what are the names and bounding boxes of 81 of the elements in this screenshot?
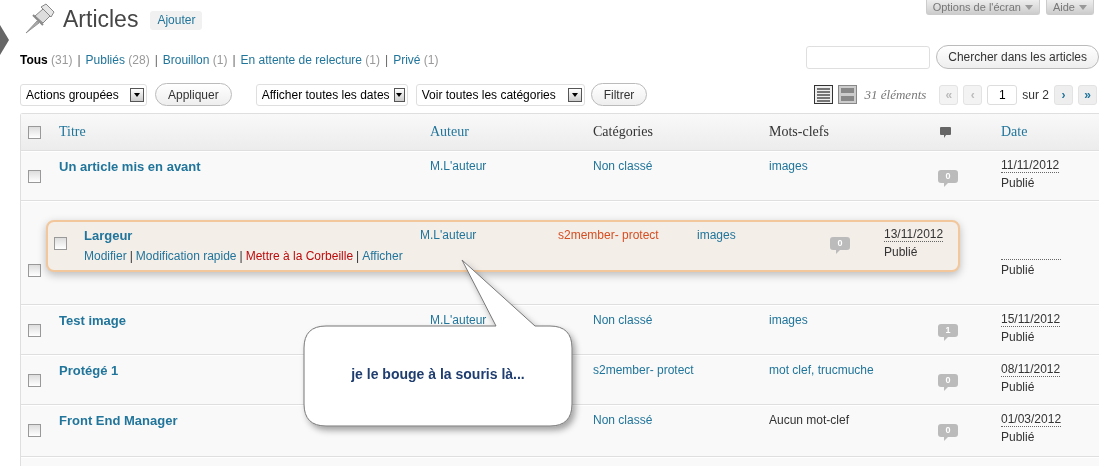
- post-title-link[interactable]: Front End Manager: [59, 413, 178, 428]
- post-date: 15/11/2012: [1001, 313, 1061, 327]
- tag-link[interactable]: mot clef, trucmuche: [769, 363, 874, 377]
- category-link[interactable]: Non classé: [593, 313, 653, 327]
- post-status: Publié: [1001, 176, 1035, 190]
- callout-text: je le bouge à la souris là...: [350, 366, 526, 382]
- column-header[interactable]: Titre: [59, 124, 430, 140]
- author-link[interactable]: M.L'auteur: [430, 313, 487, 327]
- category-link[interactable]: s2member- protect: [593, 363, 694, 377]
- post-date: 11/11/2012: [1001, 159, 1060, 173]
- bulk-actions-dropdown[interactable]: Actions groupées: [20, 83, 147, 106]
- row-action-link[interactable]: Afficher: [362, 249, 403, 263]
- category-link[interactable]: Non classé: [593, 159, 653, 173]
- page-number-field[interactable]: 1: [987, 84, 1018, 105]
- row-checkbox[interactable]: [28, 170, 41, 183]
- row-checkbox[interactable]: [28, 374, 41, 387]
- screen-options-button[interactable]: Options de l'écran: [925, 0, 1040, 15]
- tags-text: Aucun mot-clef: [769, 413, 850, 427]
- separator: |: [239, 249, 243, 263]
- filter-link[interactable]: Brouillon (1): [162, 53, 228, 67]
- post-status: Publié: [1001, 380, 1035, 394]
- pushpin-icon: [23, 3, 55, 35]
- post-status: Publié: [1001, 430, 1035, 444]
- caret-icon: [1024, 4, 1033, 10]
- search-button[interactable]: Chercher dans les articles: [936, 45, 1099, 69]
- list-view-icon[interactable]: [813, 85, 833, 104]
- filter-link[interactable]: Tous (31): [20, 53, 73, 67]
- page-title: Articles: [63, 6, 139, 34]
- page-total: sur 2: [1022, 87, 1049, 102]
- author-link[interactable]: M.L'auteur: [420, 228, 477, 242]
- select-all-checkbox[interactable]: [28, 125, 41, 139]
- category-link[interactable]: s2member- protect: [558, 228, 659, 242]
- post-title-link[interactable]: Protégé 1: [59, 363, 119, 378]
- author-link[interactable]: M.L'auteur: [430, 159, 487, 173]
- post-status: Publié: [884, 245, 918, 259]
- filter-link[interactable]: En attente de relecture (1): [240, 53, 380, 67]
- apply-button[interactable]: Appliquer: [155, 83, 232, 106]
- post-date: 01/03/2012: [1001, 413, 1062, 427]
- filter-link[interactable]: Publiés (28): [85, 53, 150, 67]
- row-checkbox[interactable]: [28, 424, 41, 437]
- tag-link[interactable]: images: [769, 313, 808, 327]
- post-title-link[interactable]: Un article mis en avant: [59, 159, 201, 174]
- post-title-link[interactable]: Largeur: [84, 228, 133, 243]
- separator: |: [356, 249, 360, 263]
- category-link[interactable]: Non classé: [593, 413, 653, 427]
- post-status: Publié: [1001, 263, 1035, 277]
- speech-bubble-icon: [940, 126, 951, 138]
- search-field[interactable]: [806, 45, 931, 69]
- item-count: 31 éléments: [864, 86, 927, 103]
- post-date: 08/11/2012: [1001, 363, 1061, 377]
- row-action-link[interactable]: Modification rapide: [135, 249, 237, 263]
- row-checkbox[interactable]: [28, 264, 41, 277]
- category-filter-dropdown[interactable]: Voir toutes les catégories: [415, 83, 585, 106]
- separator: |: [129, 249, 133, 263]
- separator: |: [77, 53, 81, 67]
- column-header[interactable]: Date: [1001, 124, 1099, 140]
- last-page-button[interactable]: »: [1078, 84, 1097, 105]
- post-title-link[interactable]: Test image: [59, 313, 126, 328]
- column-header: Catégories: [593, 124, 654, 140]
- post-status: Publié: [1001, 330, 1035, 344]
- column-header[interactable]: Auteur: [430, 124, 593, 140]
- triangle-icon: [0, 25, 9, 55]
- column-header: Mots-clefs: [769, 124, 830, 140]
- row-checkbox[interactable]: [54, 237, 67, 250]
- separator: |: [232, 53, 236, 67]
- dragged-row[interactable]: Largeur Modifier | Modification rapide | Mettre à la Corbeille | Afficher M.L'auteur s2member- protect images 0 13/11/2012 Publié: [46, 220, 960, 272]
- row-action-link[interactable]: Mettre à la Corbeille: [245, 249, 354, 263]
- caret-icon: [1079, 4, 1087, 10]
- separator: |: [154, 53, 158, 67]
- help-button[interactable]: Aide: [1045, 0, 1094, 15]
- separator: |: [385, 53, 389, 67]
- post-date: 13/11/2012: [884, 228, 944, 242]
- row-checkbox[interactable]: [28, 324, 41, 337]
- next-page-button[interactable]: ›: [1054, 84, 1073, 105]
- date-filter-dropdown[interactable]: Afficher toutes les dates: [255, 83, 408, 106]
- add-button[interactable]: Ajouter: [150, 11, 203, 30]
- tag-link[interactable]: images: [769, 159, 808, 173]
- row-action-link[interactable]: Modifier: [84, 249, 127, 263]
- tag-link[interactable]: images: [697, 228, 736, 242]
- filter-button[interactable]: Filtrer: [590, 83, 648, 106]
- filter-link[interactable]: Privé (1): [393, 53, 439, 67]
